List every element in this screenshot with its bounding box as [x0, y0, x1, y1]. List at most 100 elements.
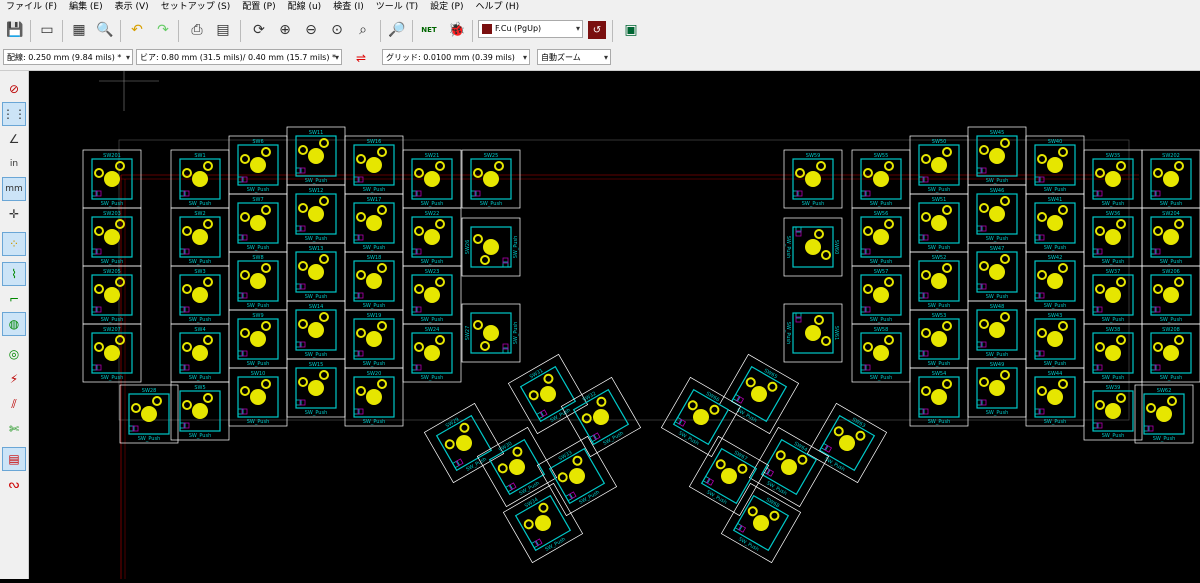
switch-footprint[interactable]: SW65SW_Push	[718, 353, 800, 435]
switch-footprint[interactable]: SW4 SW_Push	[170, 323, 230, 383]
netlist-icon[interactable]: NET	[418, 19, 440, 41]
switch-footprint[interactable]: SW12 SW_Push	[286, 184, 346, 244]
switch-footprint[interactable]: SW6 SW_Push	[228, 135, 288, 195]
switch-footprint[interactable]: SW205 SW_Push	[82, 265, 142, 325]
units-inch-icon[interactable]: in	[3, 153, 25, 175]
switch-footprint[interactable]: SW15 SW_Push	[286, 358, 346, 418]
menu-item[interactable]: ヘルプ (H)	[469, 0, 525, 14]
save-icon[interactable]: 💾	[4, 19, 26, 41]
switch-footprint[interactable]: SW19 SW_Push	[344, 309, 404, 369]
menu-item[interactable]: 表示 (V)	[109, 0, 155, 14]
switch-footprint[interactable]: SW52 SW_Push	[909, 251, 969, 311]
menu-item[interactable]: 設定 (P)	[424, 0, 469, 14]
switch-footprint[interactable]: SW1 SW_Push	[170, 149, 230, 209]
via-icon[interactable]: ◍	[2, 312, 26, 336]
grid-toggle-icon[interactable]: ⋮⋮	[2, 102, 26, 126]
menu-item[interactable]: ファイル (F)	[0, 0, 63, 14]
switch-footprint[interactable]: SW25 SW_Push	[461, 149, 521, 209]
switch-footprint[interactable]: SW204 SW_Push	[1141, 207, 1200, 267]
switch-footprint[interactable]: SW10 SW_Push	[228, 367, 288, 427]
footprint-viewer-icon[interactable]: 🔍	[94, 19, 116, 41]
switch-footprint[interactable]: SW207 SW_Push	[82, 323, 142, 383]
switch-footprint[interactable]: SW42 SW_Push	[1025, 251, 1085, 311]
switch-footprint[interactable]: SW62 SW_Push	[1134, 384, 1194, 444]
zoom-selection-icon[interactable]: 🔎	[386, 19, 408, 41]
via-size-select[interactable]: ビア: 0.80 mm (31.5 mils)/ 0.40 mm (15.7 m…	[136, 49, 342, 65]
switch-footprint[interactable]: SW59 SW_Push	[783, 149, 843, 209]
switch-footprint[interactable]: SW38 SW_Push	[1083, 323, 1143, 383]
switch-footprint[interactable]: SW21 SW_Push	[402, 149, 462, 209]
menu-item[interactable]: 配置 (P)	[236, 0, 281, 14]
zoom-fit-icon[interactable]: ⊙	[326, 19, 348, 41]
ratsnest-icon[interactable]: ⁘	[2, 232, 26, 256]
switch-footprint[interactable]: SW13 SW_Push	[286, 242, 346, 302]
switch-footprint[interactable]: SW58 SW_Push	[851, 323, 911, 383]
switch-footprint[interactable]: SW18 SW_Push	[344, 251, 404, 311]
switch-footprint[interactable]: SW68SW_Push	[720, 482, 802, 564]
switch-footprint[interactable]: SW53 SW_Push	[909, 309, 969, 369]
switch-footprint[interactable]: SW28 SW_Push	[119, 384, 179, 444]
switch-footprint[interactable]: SW36 SW_Push	[1083, 207, 1143, 267]
track-width-select[interactable]: 配線: 0.250 mm (9.84 mils) * ▾	[3, 49, 133, 65]
switch-footprint[interactable]: SW2 SW_Push	[170, 207, 230, 267]
switch-footprint[interactable]: SW206 SW_Push	[1141, 265, 1200, 325]
switch-footprint[interactable]: SW48 SW_Push	[967, 300, 1027, 360]
switch-footprint[interactable]: SW43 SW_Push	[1025, 309, 1085, 369]
layer-pair-icon[interactable]: ↺	[588, 21, 606, 39]
switch-footprint[interactable]: SW7 SW_Push	[228, 193, 288, 253]
switch-footprint[interactable]: SW47 SW_Push	[967, 242, 1027, 302]
zone-fill-icon[interactable]: ⚡	[3, 368, 25, 390]
zoom-in-icon[interactable]: ⊕	[274, 19, 296, 41]
switch-footprint[interactable]: SW208 SW_Push	[1141, 323, 1200, 383]
switch-footprint[interactable]: SW57 SW_Push	[851, 265, 911, 325]
switch-footprint[interactable]: SW14 SW_Push	[286, 300, 346, 360]
route-track-icon[interactable]: ⌇	[2, 262, 26, 286]
undo-icon[interactable]: ↶	[126, 19, 148, 41]
switch-footprint[interactable]: SW11 SW_Push	[286, 126, 346, 186]
switch-footprint[interactable]: SW3 SW_Push	[170, 265, 230, 325]
switch-footprint[interactable]: SW5 SW_Push	[170, 381, 230, 441]
switch-footprint[interactable]: SW8 SW_Push	[228, 251, 288, 311]
switch-footprint[interactable]: SW9 SW_Push	[228, 309, 288, 369]
menu-item[interactable]: 検査 (I)	[327, 0, 370, 14]
switch-footprint[interactable]: SW16 SW_Push	[344, 135, 404, 195]
redo-icon[interactable]: ↷	[152, 19, 174, 41]
switch-footprint[interactable]: SW56 SW_Push	[851, 207, 911, 267]
menu-item[interactable]: セットアップ (S)	[155, 0, 237, 14]
switch-footprint[interactable]: SW27 SW_Push	[461, 303, 521, 363]
track-pad-icon[interactable]: ⌐	[3, 288, 25, 310]
pad-sketch-icon[interactable]: ✄	[3, 418, 25, 440]
plot-icon[interactable]: ▤	[212, 19, 234, 41]
pcb-canvas[interactable]: SW201 SW_Push SW203 SW_Push SW205 SW_Push SW20…	[29, 71, 1200, 579]
switch-footprint[interactable]: SW45 SW_Push	[967, 126, 1027, 186]
drc-bug-icon[interactable]: 🐞	[446, 19, 468, 41]
switch-footprint[interactable]: SW17 SW_Push	[344, 193, 404, 253]
switch-footprint[interactable]: SW30SW_Push	[476, 426, 558, 508]
switch-footprint[interactable]: SW46 SW_Push	[967, 184, 1027, 244]
switch-footprint[interactable]: SW63SW_Push	[806, 402, 888, 484]
switch-footprint[interactable]: SW29SW_Push	[423, 402, 505, 484]
zone-icon[interactable]: ◎	[3, 343, 25, 365]
menu-item[interactable]: ツール (T)	[370, 0, 424, 14]
auto-track-width-icon[interactable]: ⇌	[350, 47, 372, 69]
switch-footprint[interactable]: SW50 SW_Push	[909, 135, 969, 195]
switch-footprint[interactable]: SW202 SW_Push	[1141, 149, 1200, 209]
switch-footprint[interactable]: SW203 SW_Push	[82, 207, 142, 267]
switch-footprint[interactable]: SW64SW_Push	[748, 426, 830, 508]
scripting-console-icon[interactable]: ▣	[620, 19, 642, 41]
page-settings-icon[interactable]: ▭	[36, 19, 58, 41]
switch-footprint[interactable]: SW37 SW_Push	[1083, 265, 1143, 325]
switch-footprint[interactable]: SW31SW_Push	[507, 353, 589, 435]
switch-footprint[interactable]: SW26 SW_Push	[461, 217, 521, 277]
switch-footprint[interactable]: SW61 SW_Push	[783, 303, 843, 363]
switch-footprint[interactable]: SW44 SW_Push	[1025, 367, 1085, 427]
switch-footprint[interactable]: SW67SW_Push	[688, 435, 770, 517]
switch-footprint[interactable]: SW20 SW_Push	[344, 367, 404, 427]
drc-off-icon[interactable]: ⊘	[3, 78, 25, 100]
grid-select[interactable]: グリッド: 0.0100 mm (0.39 mils) ▾	[382, 49, 530, 65]
zoom-tool-icon[interactable]: ⌕	[352, 19, 374, 41]
switch-footprint[interactable]: SW39 SW_Push	[1083, 381, 1143, 441]
switch-footprint[interactable]: SW54 SW_Push	[909, 367, 969, 427]
switch-footprint[interactable]: SW40 SW_Push	[1025, 135, 1085, 195]
switch-footprint[interactable]: SW201 SW_Push	[82, 149, 142, 209]
